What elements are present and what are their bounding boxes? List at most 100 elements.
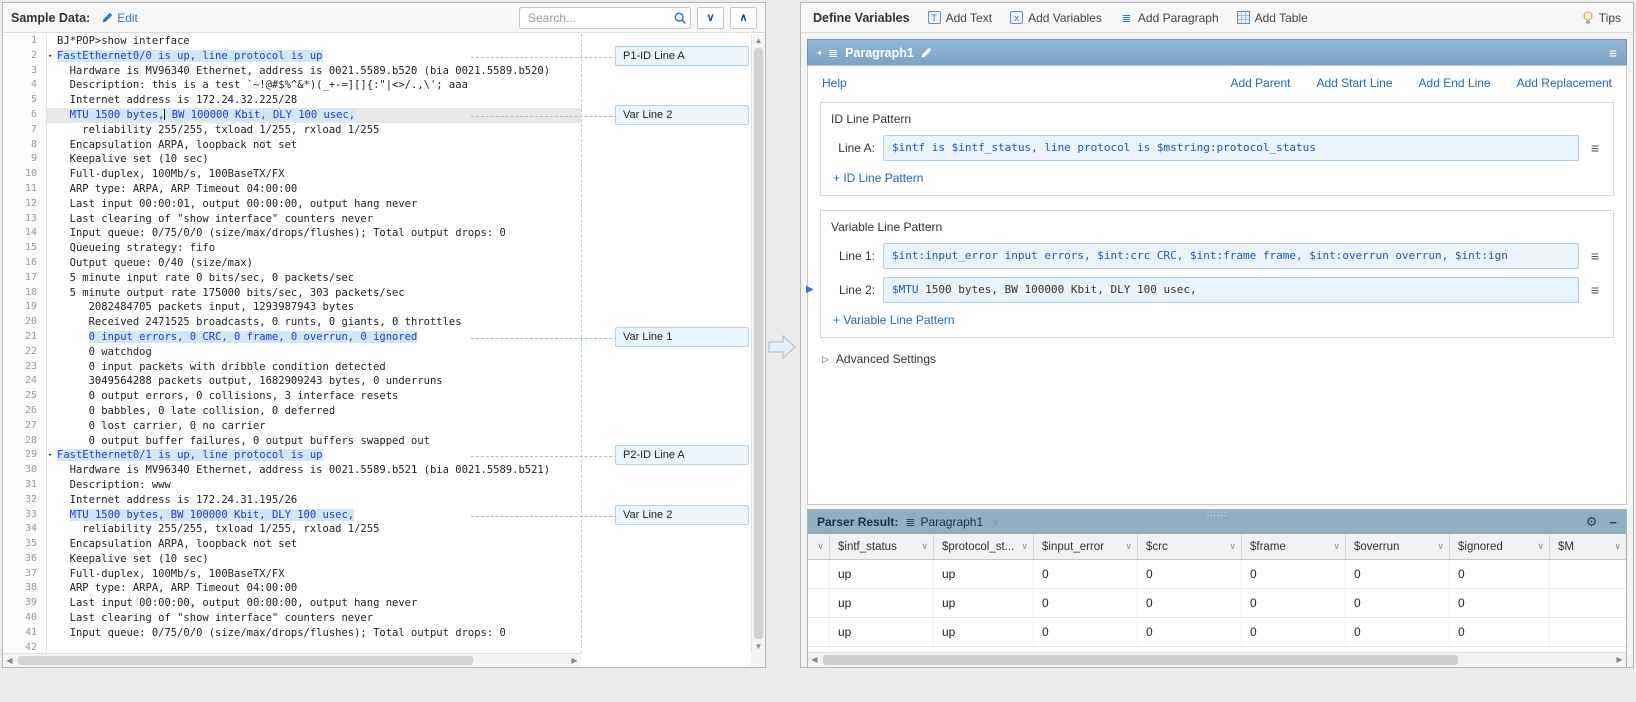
annotation-label[interactable]: P2-ID Line A (615, 445, 749, 465)
annotation-label[interactable]: Var Line 2 (615, 505, 749, 525)
code-line[interactable]: 36 Keepalive set (10 sec) (3, 552, 581, 567)
scroll-down-icon[interactable]: ▼ (752, 640, 765, 653)
column-header[interactable]: $protocol_st...∨ (934, 534, 1034, 559)
advanced-settings-toggle[interactable]: ▷ Advanced Settings (822, 352, 1612, 366)
code-line[interactable]: 15 Queueing strategy: fifo (3, 241, 581, 256)
action-link-add-end-line[interactable]: Add End Line (1419, 76, 1491, 90)
parser-horizontal-scrollbar[interactable]: ◀ ▶ (808, 652, 1626, 667)
horizontal-scrollbar[interactable]: ◀ ▶ (3, 653, 581, 667)
code-line[interactable]: 41 Input queue: 0/75/0/0 (size/max/drops… (3, 626, 581, 641)
code-line[interactable]: 21 0 input errors, 0 CRC, 0 frame, 0 ove… (3, 330, 581, 345)
parser-scroll-left-icon[interactable]: ◀ (808, 653, 821, 666)
column-header[interactable]: $crc∨ (1138, 534, 1242, 559)
code-line[interactable]: 31 Description: www (3, 478, 581, 493)
code-line[interactable]: 8 Encapsulation ARPA, loopback not set (3, 138, 581, 153)
annotation-label[interactable]: P1-ID Line A (615, 46, 749, 66)
scroll-right-icon[interactable]: ▶ (568, 654, 581, 667)
toolbar-button-add-variables[interactable]: xAdd Variables (1010, 11, 1102, 25)
annotation-label[interactable]: Var Line 2 (615, 105, 749, 125)
code-line[interactable]: 11 ARP type: ARPA, ARP Timeout 04:00:00 (3, 182, 581, 197)
search-prev-button[interactable]: ∧ (730, 7, 757, 29)
toolbar-button-add-paragraph[interactable]: ≣Add Paragraph (1120, 11, 1219, 25)
tips-button[interactable]: Tips (1582, 11, 1621, 25)
pattern-input[interactable]: $MTU 1500 bytes, BW 100000 Kbit, DLY 100… (883, 277, 1579, 303)
column-header[interactable]: $overrun∨ (1346, 534, 1450, 559)
column-filter[interactable]: ∨ (808, 534, 830, 559)
code-line[interactable]: 38 ARP type: ARPA, ARP Timeout 04:00:00 (3, 581, 581, 596)
vertical-scroll-thumb[interactable] (754, 48, 763, 639)
settings-icon[interactable]: ⚙ (1586, 514, 1598, 530)
code-line[interactable]: 28 0 output buffer failures, 0 output bu… (3, 434, 581, 449)
code-line[interactable]: 17 5 minute input rate 0 bits/sec, 0 pac… (3, 271, 581, 286)
code-line[interactable]: 26 0 babbles, 0 late collision, 0 deferr… (3, 404, 581, 419)
code-line[interactable]: 35 Encapsulation ARPA, loopback not set (3, 537, 581, 552)
help-link[interactable]: Help (822, 76, 847, 90)
paragraph-menu-icon[interactable]: ≡ (1609, 45, 1617, 61)
code-line[interactable]: 3 Hardware is MV96340 Ethernet, address … (3, 64, 581, 79)
code-line[interactable]: 7 reliability 255/255, txload 1/255, rxl… (3, 123, 581, 138)
fold-marker-icon[interactable]: ▾ (48, 448, 52, 463)
search-icon[interactable] (673, 11, 687, 28)
search-next-button[interactable]: ∨ (697, 7, 724, 29)
code-line[interactable]: 24 3049564288 packets output, 1682909243… (3, 374, 581, 389)
code-editor[interactable]: 1BJ*POP>show interface2▾FastEthernet0/0 … (3, 34, 751, 653)
annotation-label[interactable]: Var Line 1 (615, 327, 749, 347)
code-line[interactable]: 22 0 watchdog (3, 345, 581, 360)
action-link-add-parent[interactable]: Add Parent (1230, 76, 1290, 90)
edit-button[interactable]: Edit (102, 11, 138, 25)
search-input[interactable] (519, 7, 691, 29)
pattern-input[interactable]: $int:input_error input errors, $int:crc … (883, 243, 1579, 269)
toolbar-button-add-table[interactable]: Add Table (1237, 11, 1308, 25)
code-line[interactable]: 39 Last input 00:00:00, output 00:00:00,… (3, 596, 581, 611)
pattern-menu-icon[interactable]: ≡ (1587, 140, 1603, 156)
pattern-input[interactable]: $intf is $intf_status, line protocol is … (883, 135, 1579, 161)
code-line[interactable]: 5 Internet address is 172.24.32.225/28 (3, 93, 581, 108)
table-row[interactable]: upup00000 (808, 560, 1626, 589)
pattern-menu-icon[interactable]: ≡ (1587, 248, 1603, 264)
code-line[interactable]: 14 Input queue: 0/75/0/0 (size/max/drops… (3, 226, 581, 241)
code-line[interactable]: 19 2082484705 packets input, 1293987943 … (3, 300, 581, 315)
code-line[interactable]: 30 Hardware is MV96340 Ethernet, address… (3, 463, 581, 478)
code-line[interactable]: 32 Internet address is 172.24.31.195/26 (3, 493, 581, 508)
vertical-scrollbar[interactable]: ▲ ▼ (751, 34, 765, 653)
column-header[interactable]: $frame∨ (1242, 534, 1346, 559)
code-line[interactable]: 18 5 minute output rate 175000 bits/sec,… (3, 286, 581, 301)
scroll-up-icon[interactable]: ▲ (752, 34, 765, 47)
code-line[interactable]: 25 0 output errors, 0 collisions, 3 inte… (3, 389, 581, 404)
column-header[interactable]: $intf_status∨ (830, 534, 934, 559)
code-line[interactable]: 37 Full-duplex, 100Mb/s, 100BaseTX/FX (3, 567, 581, 582)
fold-marker-icon[interactable]: ▾ (48, 49, 52, 64)
toolbar-button-add-text[interactable]: TAdd Text (928, 11, 992, 25)
add-id-line-pattern-link[interactable]: + ID Line Pattern (833, 171, 923, 185)
scroll-left-icon[interactable]: ◀ (3, 654, 16, 667)
paragraph-selector[interactable]: ≣ Paragraph1 ∨ (905, 515, 998, 529)
action-link-add-start-line[interactable]: Add Start Line (1316, 76, 1392, 90)
code-line[interactable]: 6 MTU 1500 bytes, BW 100000 Kbit, DLY 10… (3, 108, 581, 123)
code-line[interactable]: 33 MTU 1500 bytes, BW 100000 Kbit, DLY 1… (3, 508, 581, 523)
code-line[interactable]: 12 Last input 00:00:01, output 00:00:00,… (3, 197, 581, 212)
rename-paragraph-icon[interactable] (921, 47, 932, 58)
code-line[interactable]: 16 Output queue: 0/40 (size/max) (3, 256, 581, 271)
code-line[interactable]: 42 (3, 641, 581, 653)
parser-scroll-right-icon[interactable]: ▶ (1613, 653, 1626, 666)
code-line[interactable]: 34 reliability 255/255, txload 1/255, rx… (3, 522, 581, 537)
code-line[interactable]: 27 0 lost carrier, 0 no carrier (3, 419, 581, 434)
code-line[interactable]: 13 Last clearing of "show interface" cou… (3, 212, 581, 227)
code-line[interactable]: 29▾FastEthernet0/1 is up, line protocol … (3, 448, 581, 463)
code-line[interactable]: 1BJ*POP>show interface (3, 34, 581, 49)
table-row[interactable]: upup00000 (808, 618, 1626, 647)
add-variable-line-pattern-link[interactable]: + Variable Line Pattern (833, 313, 955, 327)
column-header[interactable]: $input_error∨ (1034, 534, 1138, 559)
code-line[interactable]: 4 Description: this is a test `~!@#$%^&*… (3, 78, 581, 93)
code-line[interactable]: 2▾FastEthernet0/0 is up, line protocol i… (3, 49, 581, 64)
code-line[interactable]: 10 Full-duplex, 100Mb/s, 100BaseTX/FX (3, 167, 581, 182)
minimize-icon[interactable]: − (1609, 515, 1617, 530)
pattern-menu-icon[interactable]: ≡ (1587, 282, 1603, 298)
code-line[interactable]: 20 Received 2471525 broadcasts, 0 runts,… (3, 315, 581, 330)
code-line[interactable]: 40 Last clearing of "show interface" cou… (3, 611, 581, 626)
collapse-icon[interactable]: ◂ (817, 48, 821, 57)
column-header[interactable]: $M∨ (1550, 534, 1626, 559)
parser-scroll-thumb[interactable] (823, 655, 1458, 665)
code-line[interactable]: 9 Keepalive set (10 sec) (3, 152, 581, 167)
resize-handle[interactable]: ∷∷∷ (1207, 510, 1227, 519)
